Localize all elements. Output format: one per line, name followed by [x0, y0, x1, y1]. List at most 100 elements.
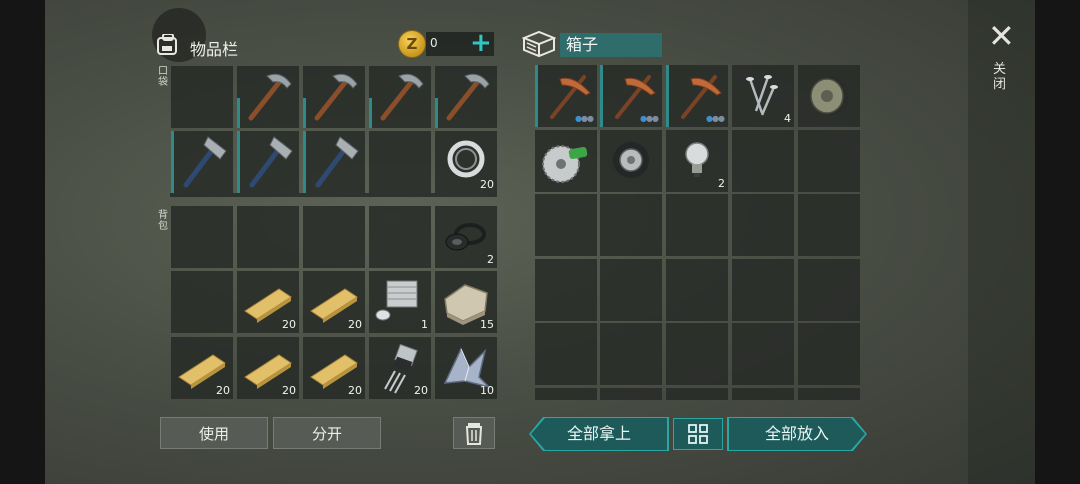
- box-slot-16[interactable]: [535, 259, 597, 321]
- box-slot-3[interactable]: ●●●: [666, 65, 728, 127]
- inventory-title: 物品栏: [190, 40, 239, 59]
- box-slot-18[interactable]: [666, 259, 728, 321]
- box-slot-27[interactable]: [600, 388, 662, 400]
- item-quantity: 20: [282, 318, 296, 331]
- item-quantity: 15: [480, 318, 494, 331]
- box-slot-23[interactable]: [666, 323, 728, 385]
- coin-count: 0: [430, 36, 438, 50]
- coin-icon: Z: [398, 30, 426, 58]
- backpack-slot-13[interactable]: 20: [303, 337, 365, 399]
- box-slot-9[interactable]: [732, 130, 794, 192]
- split-button[interactable]: 分开: [273, 417, 381, 449]
- tire-icon: [613, 142, 649, 178]
- pocket-slot-10[interactable]: 20: [435, 131, 497, 193]
- backpack-slot-4[interactable]: [369, 206, 431, 268]
- backpack-slot-2[interactable]: [237, 206, 299, 268]
- box-slot-21[interactable]: [535, 323, 597, 385]
- box-name-field[interactable]: 箱子: [560, 33, 662, 57]
- box-slot-17[interactable]: [600, 259, 662, 321]
- add-coins-button[interactable]: +: [470, 29, 492, 57]
- backpack-icon: [157, 34, 177, 55]
- pocket-slot-4[interactable]: [369, 66, 431, 128]
- backpack-slot-12[interactable]: 20: [237, 337, 299, 399]
- take-all-button[interactable]: 全部拿上: [531, 418, 667, 450]
- box-slot-2[interactable]: ●●●: [600, 65, 662, 127]
- item-quantity: 10: [480, 384, 494, 397]
- pocket-slot-3[interactable]: [303, 66, 365, 128]
- box-slot-8[interactable]: 2: [666, 130, 728, 192]
- box-slot-25[interactable]: [798, 323, 860, 385]
- grid-icon: [688, 424, 708, 444]
- backpack-slot-9[interactable]: 1: [369, 271, 431, 333]
- delete-button[interactable]: [453, 417, 495, 449]
- pocket-slot-7[interactable]: [237, 131, 299, 193]
- item-quantity: 20: [414, 384, 428, 397]
- backpack-slot-15[interactable]: 10: [435, 337, 497, 399]
- box-slot-15[interactable]: [798, 194, 860, 256]
- box-slot-19[interactable]: [732, 259, 794, 321]
- durability-dots: ●●●: [706, 114, 725, 123]
- box-slot-12[interactable]: [600, 194, 662, 256]
- item-quantity: 20: [282, 384, 296, 397]
- pocket-slot-8[interactable]: [303, 131, 365, 193]
- box-slot-28[interactable]: [666, 388, 728, 400]
- backpack-slot-5[interactable]: 2: [435, 206, 497, 268]
- hatchet-icon: [183, 136, 227, 188]
- backpack-slot-14[interactable]: 20: [369, 337, 431, 399]
- pocket-slot-2[interactable]: [237, 66, 299, 128]
- pocket-slot-6[interactable]: [171, 131, 233, 193]
- item-quantity: 1: [421, 318, 428, 331]
- box-slot-29[interactable]: [732, 388, 794, 400]
- box-slot-5[interactable]: [798, 65, 860, 127]
- box-slot-20[interactable]: [798, 259, 860, 321]
- backpack-slot-6[interactable]: [171, 271, 233, 333]
- pocket-label: 口袋: [158, 66, 168, 88]
- item-quantity: 20: [348, 384, 362, 397]
- backpack-slot-7[interactable]: 20: [237, 271, 299, 333]
- box-slot-13[interactable]: [666, 194, 728, 256]
- pickaxe-icon: [446, 73, 490, 121]
- use-button[interactable]: 使用: [160, 417, 268, 449]
- trash-icon: [465, 423, 483, 445]
- item-quantity: 20: [348, 318, 362, 331]
- box-slot-7[interactable]: [600, 130, 662, 192]
- pocket-slot-5[interactable]: [435, 66, 497, 128]
- hatchet-icon: [315, 136, 359, 188]
- backpack-slot-11[interactable]: 20: [171, 337, 233, 399]
- backpack-slot-10[interactable]: 15: [435, 271, 497, 333]
- durability-dots: ●●●: [640, 114, 659, 123]
- box-slot-11[interactable]: [535, 194, 597, 256]
- box-icon: [522, 30, 556, 58]
- box-slot-10[interactable]: [798, 130, 860, 192]
- durability-dots: ●●●: [575, 114, 594, 123]
- pickaxe-icon: [314, 73, 358, 121]
- screen-edge-right: [1035, 0, 1080, 484]
- pocket-slot-9[interactable]: [369, 131, 431, 193]
- backpack-slot-1[interactable]: [171, 206, 233, 268]
- item-quantity: 2: [718, 177, 725, 190]
- saw-blade-icon: [542, 145, 588, 183]
- backpack-label: 背包: [158, 210, 168, 232]
- box-slot-26[interactable]: [535, 388, 597, 400]
- item-quantity: 20: [480, 178, 494, 191]
- close-label[interactable]: 关闭: [993, 62, 1007, 92]
- item-quantity: 2: [487, 253, 494, 266]
- box-slot-1[interactable]: ●●●: [535, 65, 597, 127]
- backpack-slot-3[interactable]: [303, 206, 365, 268]
- item-quantity: 4: [784, 112, 791, 125]
- put-all-button[interactable]: 全部放入: [729, 418, 865, 450]
- box-slot-22[interactable]: [600, 323, 662, 385]
- box-slot-6[interactable]: [535, 130, 597, 192]
- pickaxe-icon: [248, 73, 292, 121]
- box-slot-4[interactable]: 4: [732, 65, 794, 127]
- screen-edge-left: [0, 0, 45, 484]
- sort-button[interactable]: [673, 418, 723, 450]
- brake-disc-icon: [810, 77, 849, 115]
- pocket-slot-1[interactable]: [171, 66, 233, 128]
- pickaxe-icon: [380, 73, 424, 121]
- box-slot-24[interactable]: [732, 323, 794, 385]
- close-icon[interactable]: ✕: [988, 20, 1015, 52]
- box-slot-30[interactable]: [798, 388, 860, 400]
- box-slot-14[interactable]: [732, 194, 794, 256]
- backpack-slot-8[interactable]: 20: [303, 271, 365, 333]
